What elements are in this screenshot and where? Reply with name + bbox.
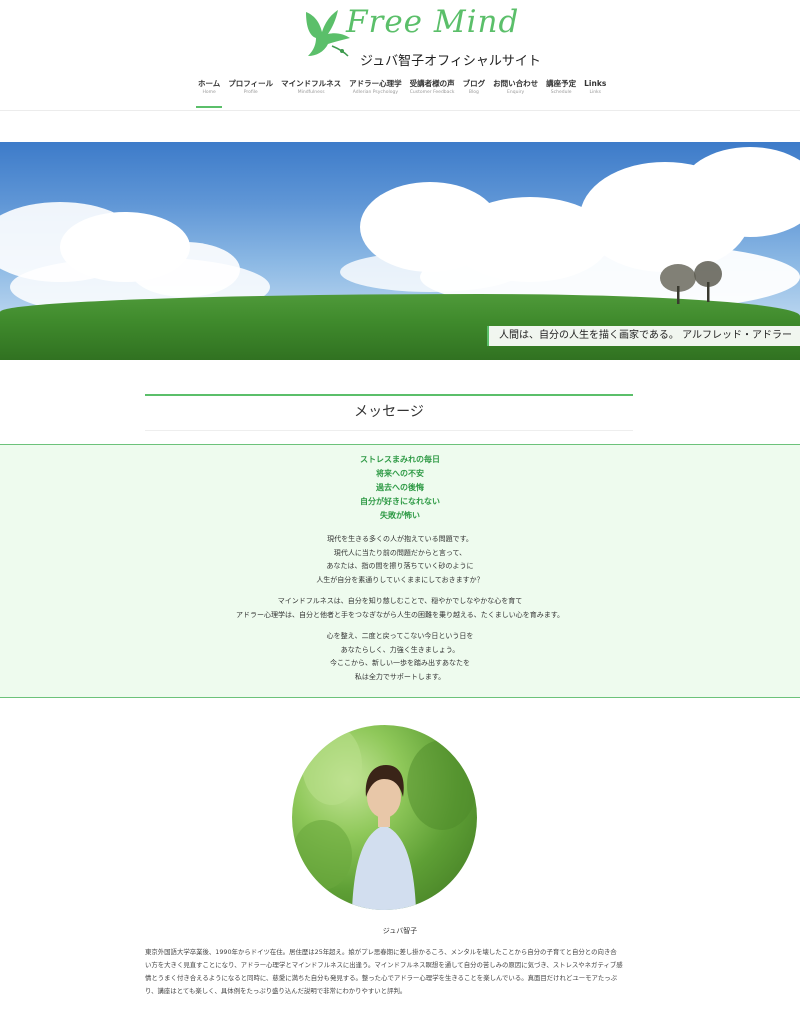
paragraph-line: 心を整え、二度と戻ってこない今日という日を <box>326 632 474 640</box>
nav-item-home[interactable]: ホーム Home <box>194 78 224 108</box>
message-paragraph-1: 現代を生きる多くの人が抱えている問題です。 現代人に当たり前の問題だからと言って… <box>0 533 800 587</box>
nav-label: お問い合わせ <box>493 79 539 88</box>
nav-label: マインドフルネス <box>281 79 342 88</box>
nav-label: プロフィール <box>228 79 274 88</box>
profile-name: ジュバ智子 <box>382 927 418 935</box>
paragraph-line: 現代人に当たり前の問題だからと言って、 <box>333 548 467 557</box>
nav-label: 講座予定 <box>546 79 577 88</box>
paragraph-line: 今ここから、新しい一歩を踏み出すあなたを <box>330 659 470 667</box>
paragraph-line: 私は全力でサポートします。 <box>354 672 446 681</box>
site-header: Free Mind ジュバ智子オフィシャルサイト ホーム Home プロフィール… <box>0 0 800 111</box>
paragraph-line: 現代を生きる多くの人が抱えている問題です。 <box>327 535 473 543</box>
nav-item-feedback[interactable]: 受講者様の声 Customer Feedback <box>406 78 459 104</box>
highlight-line: ストレスまみれの毎日 <box>360 455 440 464</box>
nav-item-adler[interactable]: アドラー心理学 Adlerian Psychology <box>345 78 406 104</box>
profile-photo <box>292 725 477 910</box>
nav-sublabel: Links <box>589 90 601 95</box>
profile-bio: 東京外国語大学卒業後、1990年からドイツ在住。居住歴は25年超え。娘がプレ思春… <box>145 946 655 998</box>
dove-icon <box>306 10 350 57</box>
nav-sublabel: Customer Feedback <box>409 90 455 95</box>
nav-item-links[interactable]: Links Links <box>580 78 610 104</box>
logo-text: Free Mind <box>346 4 520 40</box>
nav-sublabel: Schedule <box>550 90 572 95</box>
highlight-line: 過去への後悔 <box>376 483 424 492</box>
paragraph-line: アドラー心理学は、自分と他者と手をつなぎながら人生の困難を乗り越える、たくましい… <box>235 610 565 619</box>
nav-item-mindfulness[interactable]: マインドフルネス Mindfulness <box>277 78 345 104</box>
paragraph-line: あなたは、指の間を擦り落ちていく砂のように <box>326 562 474 570</box>
highlight-line: 自分が好きになれない <box>360 497 440 506</box>
nav-item-blog[interactable]: ブログ Blog <box>459 78 490 104</box>
nav-label: ブログ <box>462 79 486 88</box>
highlight-lines: ストレスまみれの毎日 将来への不安 過去への後悔 自分が好きになれない 失敗が怖… <box>0 453 800 523</box>
message-paragraph-3: 心を整え、二度と戻ってこない今日という日を あなたらしく、力強く生きましょう。 … <box>0 630 800 684</box>
nav-label: Links <box>584 79 607 88</box>
nav-sublabel: Mindfulness <box>297 90 325 95</box>
nav-sublabel: Profile <box>243 90 258 95</box>
nav-sublabel: Enquiry <box>507 90 525 95</box>
site-logo[interactable]: Free Mind ジュバ智子オフィシャルサイト <box>300 4 541 70</box>
highlight-line: 失敗が怖い <box>380 511 420 520</box>
highlight-line: 将来への不安 <box>376 469 424 478</box>
nav-label: ホーム <box>198 79 221 88</box>
paragraph-line: 人生が自分を素通りしていくままにしておきますか？ <box>316 575 484 584</box>
nav-sublabel: Home <box>202 90 216 95</box>
message-section: ストレスまみれの毎日 将来への不安 過去への後悔 自分が好きになれない 失敗が怖… <box>0 444 800 698</box>
message-title-bar: メッセージ <box>145 394 633 431</box>
bio-line: り、講座はとても楽しく、具体例をたっぷり盛り込んだ説明で非常にわかりやすいと評判… <box>145 987 407 995</box>
bio-line: 東京外国語大学卒業後、1990年からドイツ在住。居住歴は25年超え。娘がプレ思春… <box>145 948 617 956</box>
bio-line: 情とうまく付き合えるようになると同時に、慈愛に満ちた自分も発見する。整った心でア… <box>145 974 618 982</box>
main-nav: ホーム Home プロフィール Profile マインドフルネス Mindful… <box>194 78 610 108</box>
logo-subtitle: ジュバ智子オフィシャルサイト <box>360 54 541 69</box>
nav-item-schedule[interactable]: 講座予定 Schedule <box>542 78 580 104</box>
tree-icon <box>660 261 722 304</box>
nav-sublabel: Adlerian Psychology <box>352 90 399 95</box>
hero-quote: 人間は、自分の人生を描く画家である。 アルフレッド・アドラー <box>487 326 800 346</box>
paragraph-line: マインドフルネスは、自分を知り慈しむことで、穏やかでしなやかな心を育て <box>277 597 523 605</box>
person-icon <box>292 725 477 910</box>
nav-label: 受講者様の声 <box>409 79 455 88</box>
nav-item-enquiry[interactable]: お問い合わせ Enquiry <box>489 78 542 104</box>
nav-label: アドラー心理学 <box>349 79 402 88</box>
hero-banner: 人間は、自分の人生を描く画家である。 アルフレッド・アドラー <box>0 142 800 360</box>
nav-item-profile[interactable]: プロフィール Profile <box>224 78 277 104</box>
message-title: メッセージ <box>354 404 424 420</box>
nav-sublabel: Blog <box>468 90 479 95</box>
paragraph-line: あなたらしく、力強く生きましょう。 <box>340 645 460 654</box>
message-paragraph-2: マインドフルネスは、自分を知り慈しむことで、穏やかでしなやかな心を育て アドラー… <box>0 595 800 622</box>
bio-line: い方を大きく見直すことになり、アドラー心理学とマインドフルネスに出逢う。マインド… <box>145 961 623 969</box>
